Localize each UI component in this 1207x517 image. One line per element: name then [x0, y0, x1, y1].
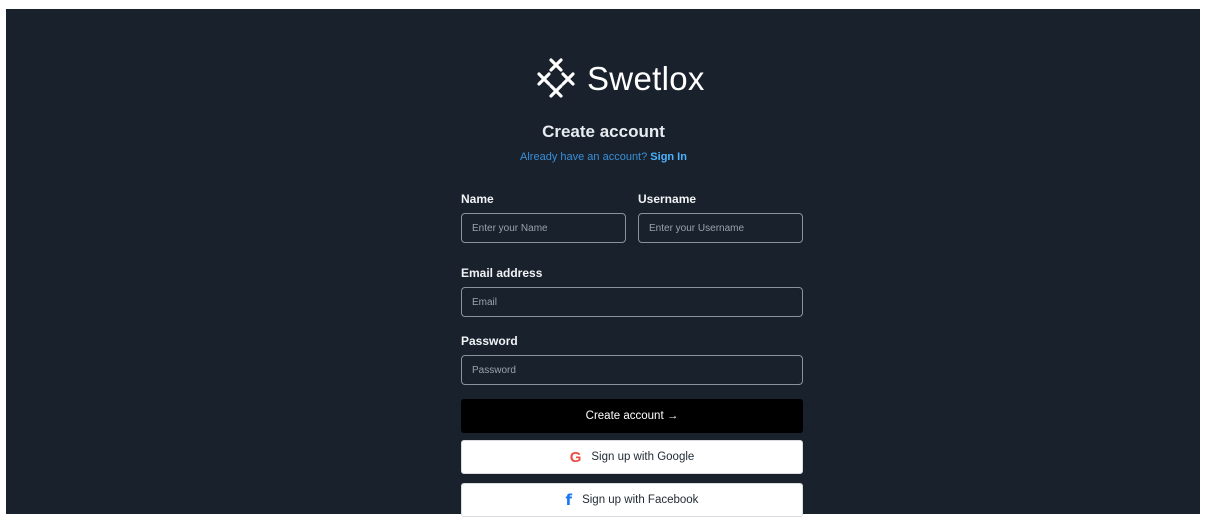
facebook-signup-button[interactable]: f Sign up with Facebook: [461, 483, 803, 517]
facebook-icon: f: [565, 491, 573, 509]
facebook-signup-label: Sign up with Facebook: [582, 494, 699, 506]
google-signup-button[interactable]: G Sign up with Google: [461, 440, 803, 474]
signin-prompt: Already have an account? Sign In: [0, 151, 1207, 163]
brand-logo: Swetlox: [535, 54, 735, 104]
username-input[interactable]: [638, 213, 803, 243]
email-label: Email address: [461, 266, 543, 280]
signin-link[interactable]: Sign In: [650, 151, 687, 163]
name-label: Name: [461, 192, 494, 206]
google-signup-label: Sign up with Google: [591, 451, 695, 463]
name-input[interactable]: [461, 213, 626, 243]
brand-name: Swetlox: [587, 60, 705, 97]
signin-prompt-text: Already have an account?: [520, 151, 648, 163]
email-input[interactable]: [461, 287, 803, 317]
google-icon: G: [569, 448, 582, 466]
password-label: Password: [461, 334, 518, 348]
x-cross-logo-icon: [537, 58, 575, 98]
username-label: Username: [638, 192, 697, 206]
create-account-label: Create account →: [585, 410, 679, 422]
password-input[interactable]: [461, 355, 803, 385]
create-account-button[interactable]: Create account →: [461, 399, 803, 433]
page-title: Create account: [542, 122, 665, 141]
